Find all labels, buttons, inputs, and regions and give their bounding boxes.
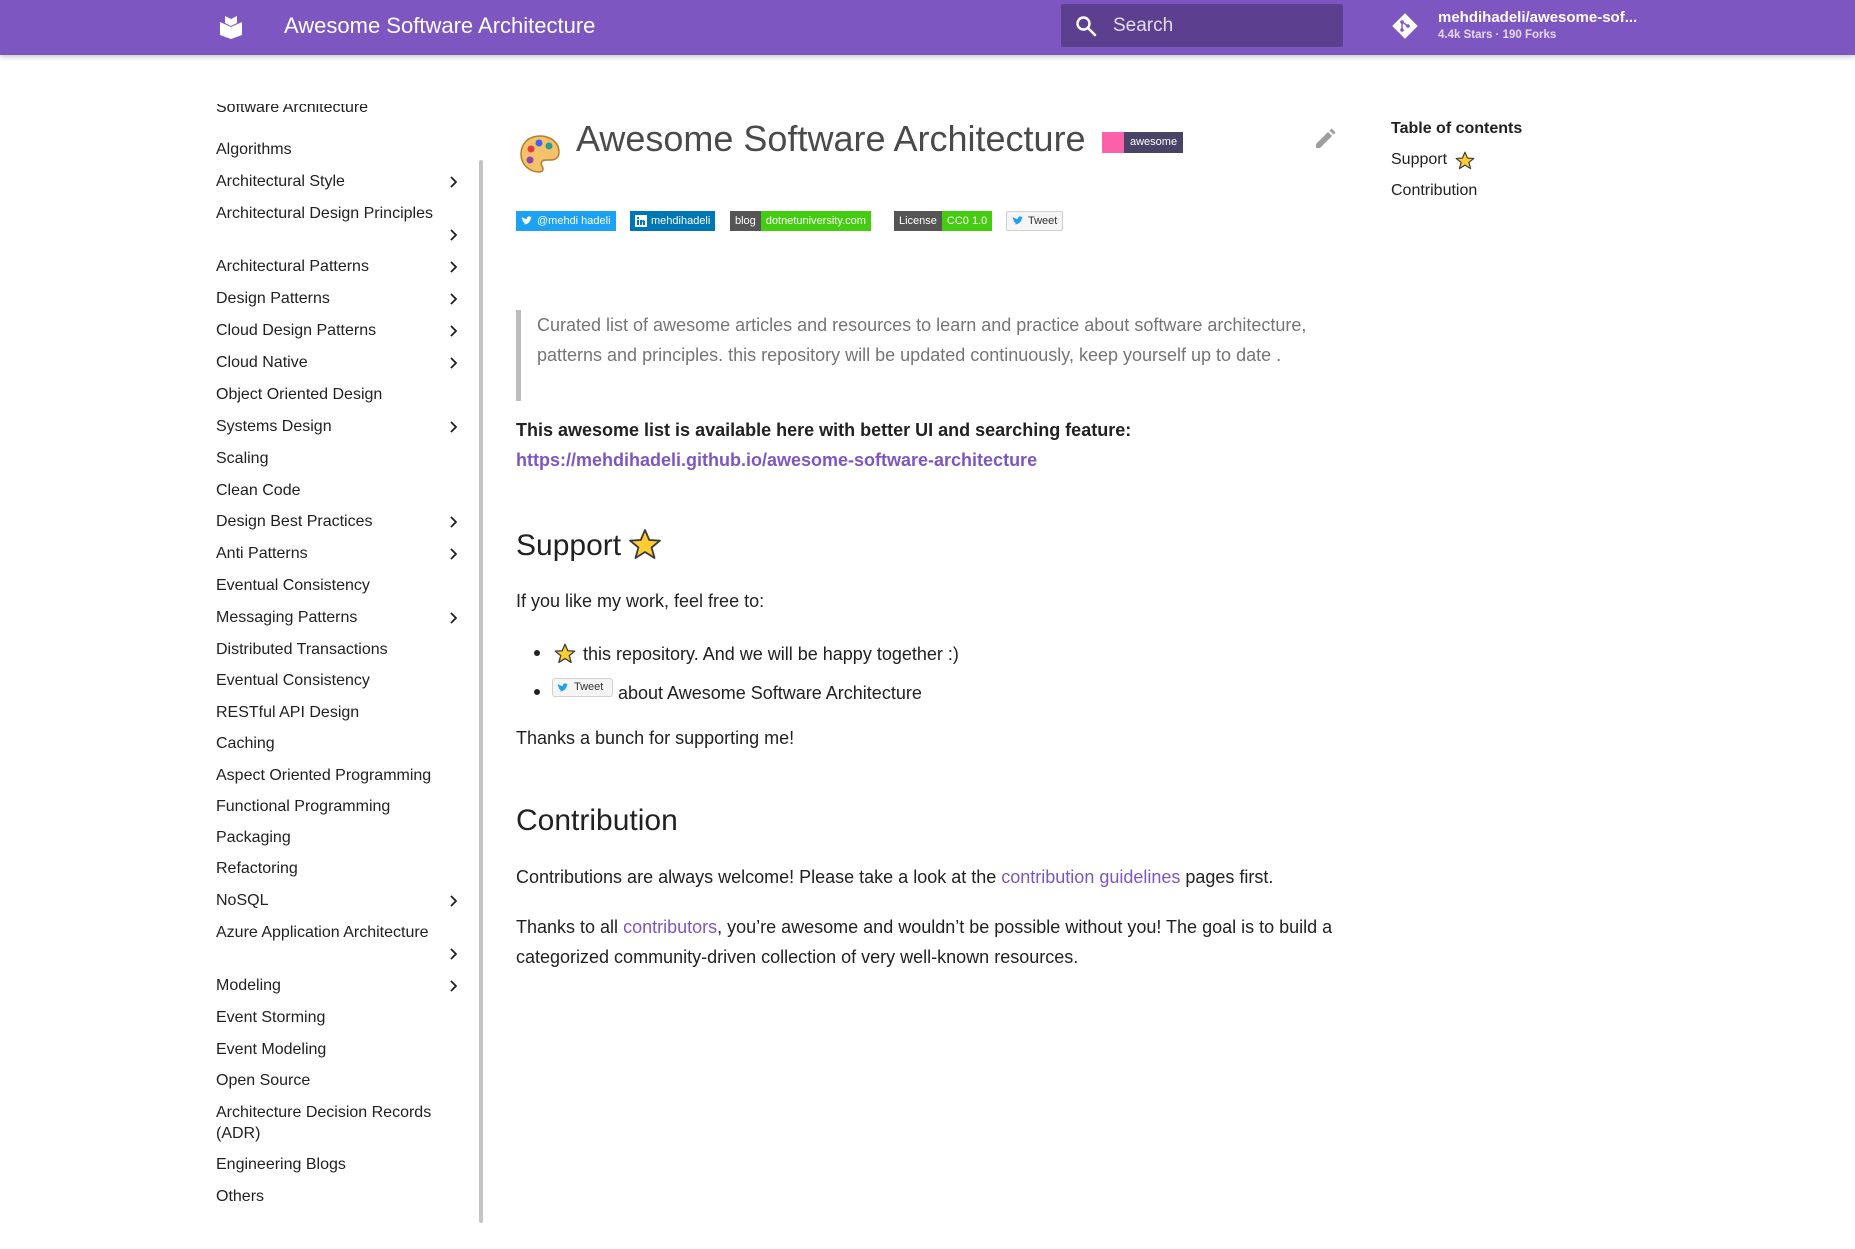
sidebar-item[interactable]: Open Source	[216, 1070, 466, 1091]
tweet-label: Tweet	[574, 681, 604, 693]
palette-icon	[520, 135, 560, 173]
site-title[interactable]: Awesome Software Architecture	[284, 13, 595, 39]
tweet-button[interactable]: Tweet	[552, 678, 613, 697]
awesome-badge[interactable]: awesome	[1102, 132, 1184, 153]
support-bullet-1: this repository. And we will be happy to…	[583, 644, 959, 664]
sidebar-item[interactable]: Caching	[216, 733, 466, 754]
sidebar-item[interactable]: Azure Application Architecture	[216, 922, 466, 943]
page-title-text: Awesome Software Architecture	[576, 118, 1086, 159]
sidebar-item[interactable]: Distributed Transactions	[216, 639, 466, 660]
search-icon	[1076, 16, 1097, 37]
available-link[interactable]: https://mehdihadeli.github.io/awesome-so…	[516, 450, 1037, 471]
sidebar-item[interactable]: Object Oriented Design	[216, 384, 466, 405]
sidebar-item[interactable]: Architecture Decision Records (ADR)	[216, 1102, 466, 1144]
linkedin-icon	[635, 215, 647, 227]
git-icon	[1392, 13, 1418, 39]
blog-badge[interactable]: blog dotnetuniversity.com	[730, 211, 871, 231]
contribution-guidelines-link[interactable]: contribution guidelines	[1001, 867, 1180, 887]
chevron-right-icon[interactable]	[446, 355, 462, 371]
intro-blockquote: Curated list of awesome articles and res…	[516, 310, 1346, 401]
chevron-right-icon[interactable]	[446, 514, 462, 530]
support-intro: If you like my work, feel free to:	[516, 591, 765, 611]
twitter-bird-icon	[557, 683, 568, 692]
twitter-bird-icon	[1012, 216, 1023, 225]
sidebar-scrollbar[interactable]	[479, 160, 483, 1223]
sidebar-item[interactable]: Systems Design	[216, 416, 466, 437]
contribution-heading: Contribution	[516, 804, 678, 837]
tweet-button[interactable]: Tweet	[1006, 211, 1064, 231]
sidebar-item[interactable]: Packaging	[216, 827, 466, 848]
sidebar-item[interactable]: Architectural Design Principles	[216, 203, 466, 224]
sidebar-item[interactable]: Refactoring	[216, 858, 466, 879]
repo-link[interactable]: mehdihadeli/awesome-sof... 4.4k Stars · …	[1391, 8, 1651, 48]
sidebar-item[interactable]: Anti Patterns	[216, 543, 466, 564]
contribution-paragraph-2: Thanks to all contributors, you’re aweso…	[516, 917, 1333, 967]
sidebar-item[interactable]: Event Modeling	[216, 1039, 466, 1060]
sidebar-item[interactable]: Event Storming	[216, 1007, 466, 1028]
sidebar-item[interactable]: Software Architecture	[216, 104, 466, 118]
sidebar-item[interactable]: Functional Programming	[216, 796, 466, 817]
top-header: Awesome Software Architecture mehdihadel…	[0, 0, 1855, 55]
sidebar-item[interactable]: Scaling	[216, 448, 466, 469]
sidebar-item[interactable]: Eventual Consistency	[216, 670, 466, 691]
chevron-right-icon[interactable]	[446, 978, 462, 994]
twitter-bird-icon	[521, 216, 532, 225]
sidebar-item[interactable]: Aspect Oriented Programming	[216, 765, 466, 786]
toc-item-contribution[interactable]: Contribution	[1391, 182, 1477, 200]
sidebar-item[interactable]: Architectural Patterns	[216, 256, 466, 277]
sidebar-item[interactable]: Cloud Design Patterns	[216, 320, 466, 341]
support-bullet-2: about Awesome Software Architecture	[618, 683, 922, 703]
toc-item-support[interactable]: Support	[1391, 151, 1447, 169]
chevron-right-icon[interactable]	[446, 227, 462, 243]
search-input[interactable]	[1113, 4, 1333, 47]
support-thanks: Thanks a bunch for supporting me!	[516, 728, 795, 748]
contributors-link[interactable]: contributors	[623, 917, 717, 937]
sidebar-item[interactable]: Messaging Patterns	[216, 607, 466, 628]
star-icon[interactable]	[554, 643, 576, 665]
chevron-right-icon[interactable]	[446, 610, 462, 626]
book-logo-icon[interactable]	[218, 13, 244, 39]
chevron-right-icon[interactable]	[446, 323, 462, 339]
sidebar-item[interactable]: Clean Code	[216, 480, 466, 501]
sidebar-item[interactable]: Algorithms	[216, 139, 466, 160]
sidebar-item[interactable]: Eventual Consistency	[216, 575, 466, 596]
sidebar-item[interactable]: Cloud Native	[216, 352, 466, 373]
toc-title: Table of contents	[1391, 120, 1523, 137]
license-badge[interactable]: License CC0 1.0	[894, 211, 993, 231]
sidebar-item[interactable]: RESTful API Design	[216, 702, 466, 723]
contribution-paragraph-1: Contributions are always welcome! Please…	[516, 867, 1274, 887]
glasses-icon	[1102, 132, 1124, 153]
bullet-dot	[534, 650, 540, 656]
chevron-right-icon[interactable]	[446, 291, 462, 307]
available-text: This awesome list is available here with…	[516, 420, 1132, 440]
sidebar-item[interactable]: Engineering Blogs	[216, 1154, 466, 1175]
chevron-right-icon[interactable]	[446, 259, 462, 275]
chevron-right-icon[interactable]	[446, 546, 462, 562]
sidebar-item[interactable]: NoSQL	[216, 890, 466, 911]
star-icon	[629, 529, 661, 559]
star-icon	[1455, 151, 1475, 170]
sidebar-item[interactable]: Modeling	[216, 975, 466, 996]
edit-pencil-icon[interactable]	[1312, 126, 1338, 152]
chevron-right-icon[interactable]	[446, 946, 462, 962]
sidebar-item[interactable]: Design Patterns	[216, 288, 466, 309]
sidebar-nav: Software Architecture Algorithms Archite…	[216, 104, 486, 1224]
chevron-right-icon[interactable]	[446, 893, 462, 909]
repo-name: mehdihadeli/awesome-sof...	[1438, 9, 1638, 26]
sidebar-item[interactable]: Architectural Style	[216, 171, 466, 192]
linkedin-badge[interactable]: mehdihadeli	[630, 211, 716, 231]
sidebar-item[interactable]: Design Best Practices	[216, 511, 466, 532]
repo-facts: 4.4k Stars · 190 Forks	[1438, 29, 1557, 41]
chevron-right-icon[interactable]	[446, 174, 462, 190]
sidebar-item[interactable]: Others	[216, 1186, 466, 1207]
search-box[interactable]	[1061, 4, 1343, 47]
bullet-dot	[534, 689, 540, 695]
chevron-right-icon[interactable]	[446, 419, 462, 435]
awesome-badge-text: awesome	[1124, 132, 1184, 153]
twitter-badge[interactable]: @mehdi hadeli	[516, 211, 616, 231]
support-heading: Support	[516, 529, 622, 562]
